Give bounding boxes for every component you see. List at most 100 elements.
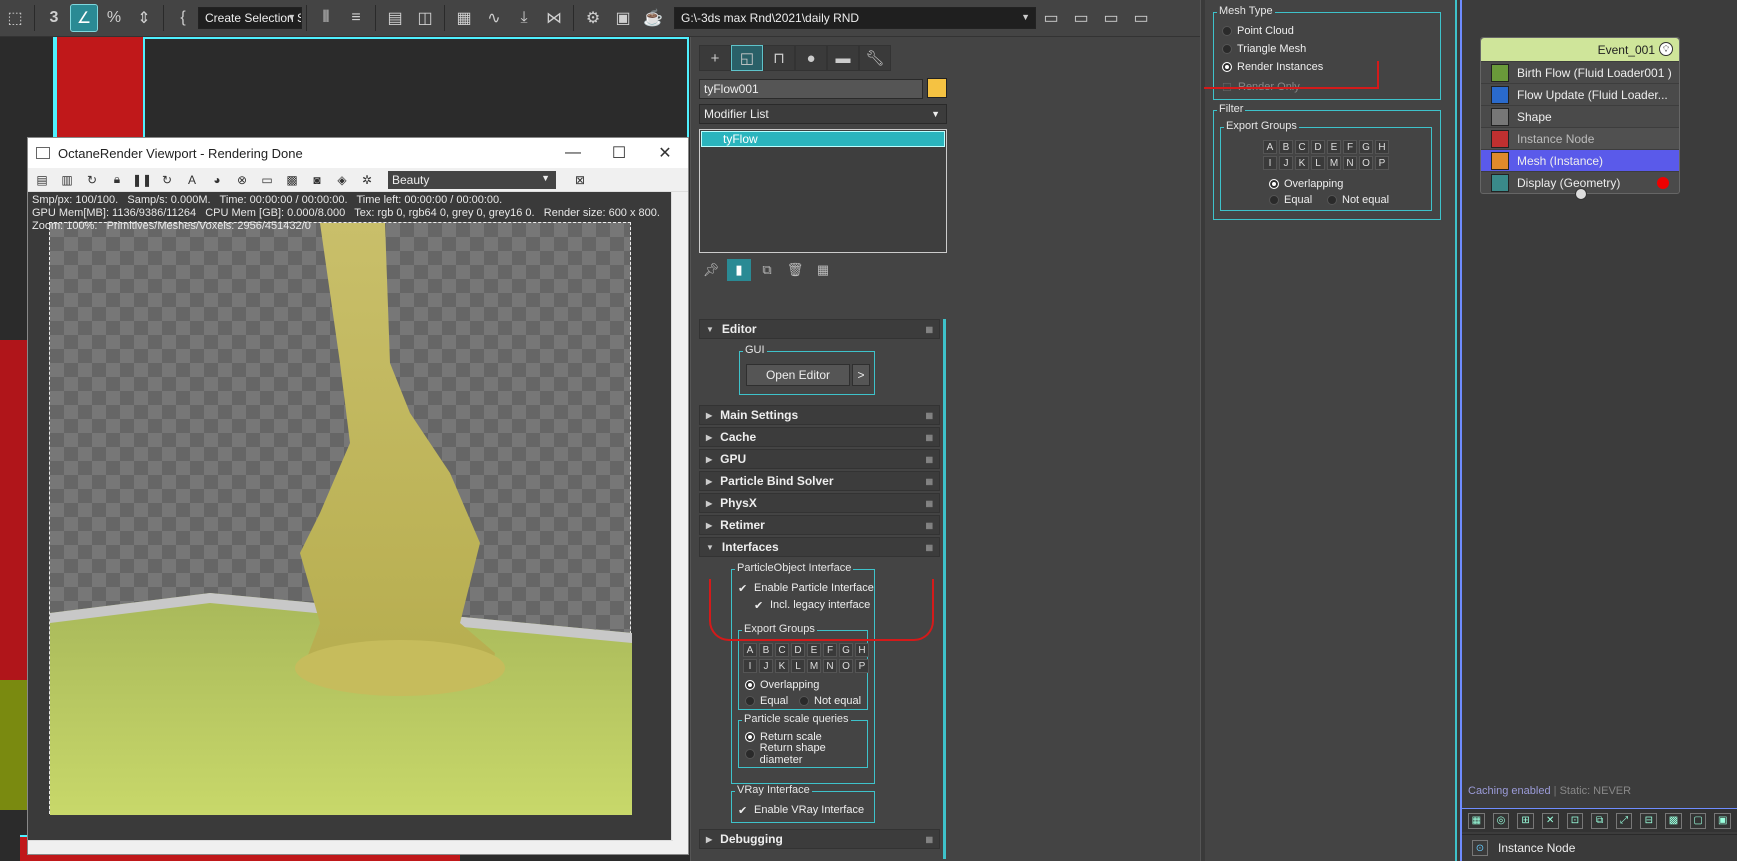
frame-icon[interactable]: ▢	[1689, 812, 1707, 829]
show-end-result-icon[interactable]: ▮	[727, 259, 751, 281]
export-group-toggle[interactable]: N	[1343, 156, 1357, 170]
export-group-toggle[interactable]: J	[1279, 156, 1293, 170]
export-group-toggle[interactable]: C	[775, 643, 789, 657]
rollout-physx[interactable]: ▶ PhysX ▦	[699, 493, 940, 513]
cube-icon[interactable]: ◈	[332, 170, 352, 190]
return-shape-diameter-radio[interactable]: Return shape diameter	[745, 742, 867, 766]
triangle-mesh-radio[interactable]: Triangle Mesh	[1222, 41, 1306, 57]
export-group-toggle[interactable]: G	[1359, 140, 1373, 154]
close-icon[interactable]: ✕	[642, 138, 688, 168]
configure-sets-icon[interactable]: ▦	[811, 259, 835, 281]
rollout-main-settings[interactable]: ▶ Main Settings ▦	[699, 405, 940, 425]
rollout-scrollbar[interactable]	[943, 319, 946, 859]
export-group-toggle[interactable]: E	[807, 643, 821, 657]
color-icon[interactable]: ▩	[1665, 812, 1682, 829]
layer-explorer-icon[interactable]: ◫	[412, 5, 438, 31]
update-icon[interactable]: ⊞	[1517, 812, 1534, 829]
percent-snap-icon[interactable]: %	[101, 5, 127, 31]
make-unique-icon[interactable]: ⧉	[755, 259, 779, 281]
window-titlebar[interactable]: OctaneRender Viewport - Rendering Done —…	[28, 138, 688, 168]
birth-icon[interactable]: ◎	[1492, 812, 1510, 829]
lock-icon[interactable]: 🔒︎	[107, 170, 127, 190]
export-group-toggle[interactable]: C	[1295, 140, 1309, 154]
mirror-icon[interactable]: ⫴	[313, 5, 339, 31]
not-equal-radio[interactable]: Not equal	[1327, 192, 1389, 208]
output-socket[interactable]	[1575, 188, 1587, 200]
export-group-toggle[interactable]: A	[1263, 140, 1277, 154]
export-group-toggle[interactable]: G	[839, 643, 853, 657]
editor-more-button[interactable]: >	[852, 364, 870, 386]
open-project-icon[interactable]: ▭	[1098, 5, 1124, 31]
rollout-particle-bind-solver[interactable]: ▶ Particle Bind Solver ▦	[699, 471, 940, 491]
export-group-toggle[interactable]: F	[823, 643, 837, 657]
dope-sheet-icon[interactable]: ⤓	[511, 5, 537, 31]
project-folder-icon[interactable]: ▭	[1038, 5, 1064, 31]
event-header[interactable]: Event_001 💡︎	[1481, 38, 1679, 61]
object-color-swatch[interactable]	[927, 78, 947, 98]
export-group-toggle[interactable]: B	[759, 643, 773, 657]
motion-tab-icon[interactable]: ●	[795, 45, 827, 71]
export-group-toggle[interactable]: L	[1311, 156, 1325, 170]
lightbulb-icon[interactable]: 💡︎	[1659, 42, 1673, 56]
export-group-toggle[interactable]: E	[1327, 140, 1341, 154]
overlapping-radio[interactable]: Overlapping	[1269, 176, 1343, 192]
scene-explorer-icon[interactable]: ▤	[382, 5, 408, 31]
rendered-frame-icon[interactable]: ▣	[610, 5, 636, 31]
export-group-toggle[interactable]: N	[823, 659, 837, 673]
restart-render-icon[interactable]: ↻	[82, 170, 102, 190]
equal-radio[interactable]: Equal	[745, 693, 788, 709]
render-setup-icon[interactable]: ⚙	[580, 5, 606, 31]
render-icon[interactable]: ☕	[640, 5, 666, 31]
rollout-editor[interactable]: ▼ Editor ▦	[699, 319, 940, 339]
export-group-toggle[interactable]: K	[1295, 156, 1309, 170]
remove-modifier-icon[interactable]: 🗑︎	[783, 259, 807, 281]
vertical-scrollbar[interactable]	[671, 192, 688, 842]
rollout-cache[interactable]: ▶ Cache ▦	[699, 427, 940, 447]
select-icon[interactable]: ⬚	[2, 5, 28, 31]
pin-stack-icon[interactable]: 📌︎	[699, 259, 723, 281]
display-color-swatch[interactable]	[1657, 177, 1669, 189]
export-group-toggle[interactable]: O	[839, 659, 853, 673]
curve-editor-icon[interactable]: ∿	[481, 5, 507, 31]
save-image-icon[interactable]: ▤	[32, 170, 52, 190]
save-project-icon[interactable]: ▭	[1128, 5, 1154, 31]
open-editor-button[interactable]: Open Editor	[746, 364, 850, 386]
rollout-retimer[interactable]: ▶ Retimer ▦	[699, 515, 940, 535]
edit-named-selection-icon[interactable]: {	[170, 5, 196, 31]
export-group-toggle[interactable]: P	[855, 659, 869, 673]
render-output[interactable]: Smp/px: 100/100. Samp/s: 0.000M. Time: 0…	[28, 192, 673, 842]
export-group-toggle[interactable]: F	[1343, 140, 1357, 154]
maximize-icon[interactable]: ☐	[596, 138, 642, 168]
horizontal-scrollbar[interactable]	[28, 840, 673, 854]
grid-icon[interactable]: ▦	[1468, 812, 1485, 829]
more-icon[interactable]: ▣	[1714, 812, 1732, 829]
equal-radio[interactable]: Equal	[1269, 192, 1312, 208]
export-group-toggle[interactable]: D	[1311, 140, 1325, 154]
export-group-toggle[interactable]: J	[759, 659, 773, 673]
schematic-view-icon[interactable]: ⋈	[541, 5, 567, 31]
export-group-toggle[interactable]: L	[791, 659, 805, 673]
af-icon[interactable]: A	[182, 170, 202, 190]
export-group-toggle[interactable]: P	[1375, 156, 1389, 170]
fit-icon[interactable]: ⊠	[570, 170, 590, 190]
operator-flow-update[interactable]: Flow Update (Fluid Loader...	[1481, 83, 1679, 105]
utilities-tab-icon[interactable]: 🔧︎	[859, 45, 891, 71]
create-tab-icon[interactable]: +	[699, 45, 731, 71]
refresh-icon[interactable]: ↻	[157, 170, 177, 190]
export-group-toggle[interactable]: D	[791, 643, 805, 657]
operator-instance-node[interactable]: Instance Node	[1481, 127, 1679, 149]
group-icon[interactable]: ⊡	[1566, 812, 1584, 829]
display-icon[interactable]: ▭	[257, 170, 277, 190]
tyflow-node-editor[interactable]: Event_001 💡︎ Birth Flow (Fluid Loader001…	[1460, 0, 1737, 861]
film-icon[interactable]: ▩	[282, 170, 302, 190]
pause-icon[interactable]: ❚❚	[132, 170, 152, 190]
render-pass-dropdown[interactable]: Beauty ▼	[388, 170, 556, 189]
operator-birth-flow[interactable]: Birth Flow (Fluid Loader001 )	[1481, 61, 1679, 83]
link-icon[interactable]: ⤢	[1615, 812, 1633, 829]
export-passes-icon[interactable]: ▥	[57, 170, 77, 190]
rollout-gpu[interactable]: ▶ GPU ▦	[699, 449, 940, 469]
event-node[interactable]: Event_001 💡︎ Birth Flow (Fluid Loader001…	[1480, 37, 1680, 200]
export-group-toggle[interactable]: O	[1359, 156, 1373, 170]
not-equal-radio[interactable]: Not equal	[799, 693, 861, 709]
color-picker-icon[interactable]: ◕	[207, 170, 227, 190]
